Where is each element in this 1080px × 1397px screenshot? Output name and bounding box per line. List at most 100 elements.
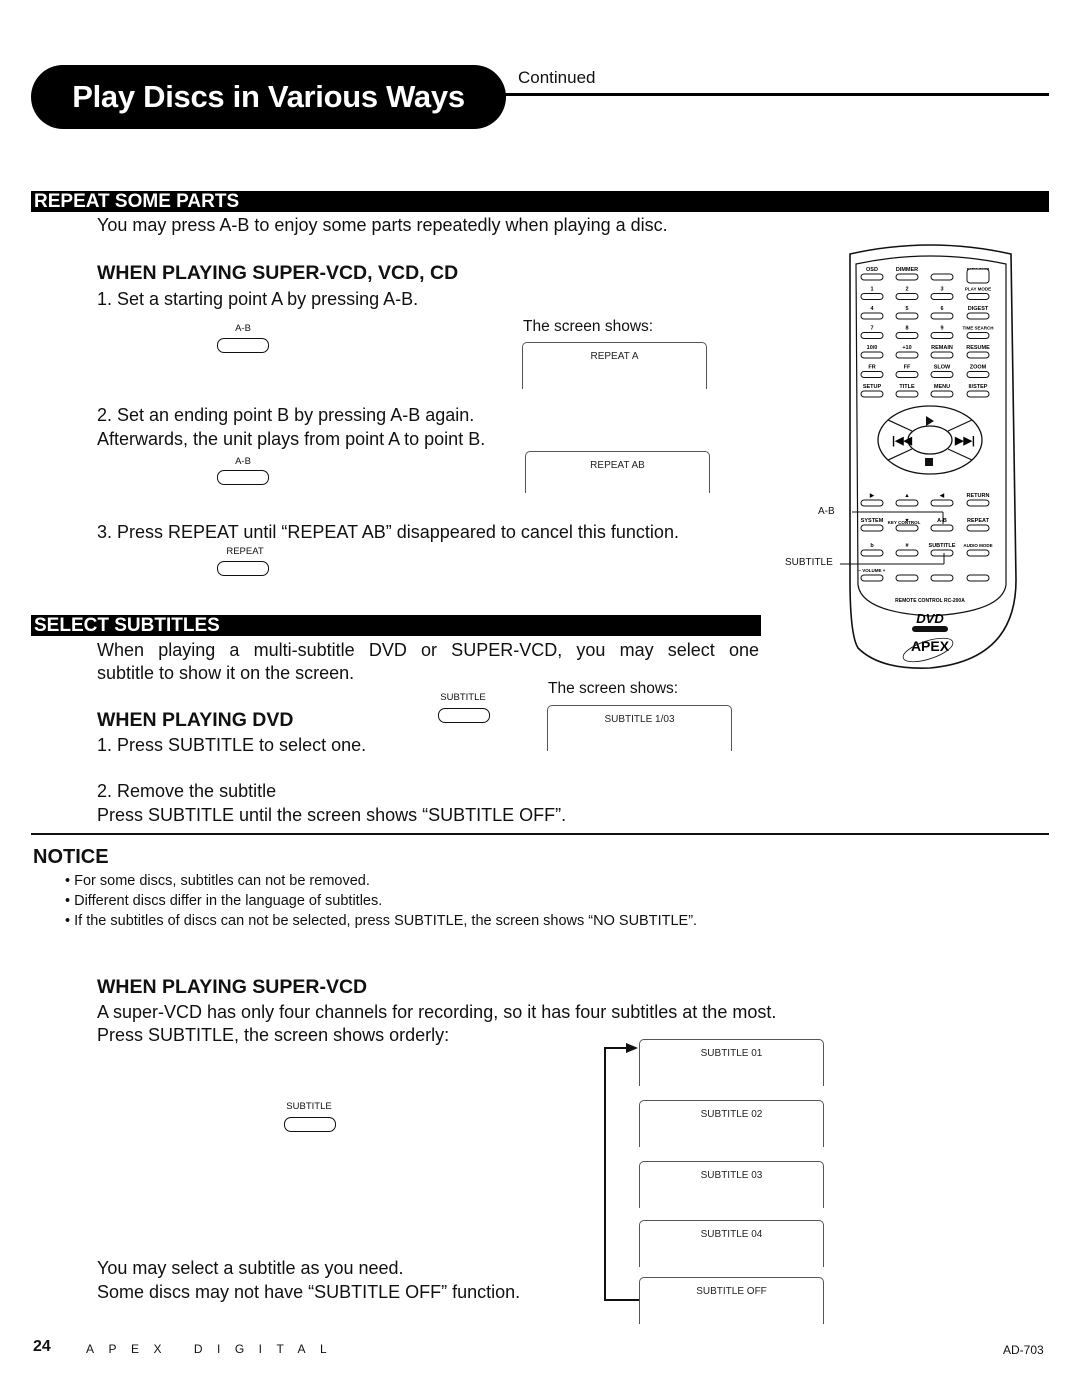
callout-subtitle: SUBTITLE [785,557,833,568]
footer-brand: APEX DIGITAL [86,1342,342,1356]
remote-key [930,332,954,339]
svcd-closing-line-2: Some discs may not have “SUBTITLE OFF” f… [97,1282,521,1302]
remote-key [895,499,919,507]
remote-key [930,499,954,507]
remote-key-label: FF [904,365,911,371]
remote-key [930,574,954,582]
remote-key-label: FR [868,365,875,371]
cycle-arrow [604,1043,640,1301]
remote-key [966,499,990,507]
remote-key-label: SETUP [863,384,882,390]
repeat-intro: You may press A-B to enjoy some parts re… [97,215,668,235]
remote-key-label: SYSTEM [861,518,884,524]
remote-key [860,499,884,507]
subtitle-button-icon [284,1117,336,1132]
remote-key-label: DIGEST [968,306,989,312]
screen-shows-label: The screen shows: [548,680,679,697]
remote-key [966,351,990,359]
dvd-step-2-line-1: 2. Remove the subtitle [97,781,277,801]
previous-icon: |◀◀ [892,435,913,447]
remote-key [895,273,919,281]
remote-key-label: TITLE [899,384,915,390]
subtitle-button-label: SUBTITLE [440,692,486,703]
svcd-line-1: A super-VCD has only four channels for r… [97,1002,777,1022]
repeat-button-label: REPEAT [226,546,264,557]
remote-key [895,293,919,300]
remote-key-label: 5 [905,306,908,312]
remote-key-label: PLAY MODE [965,287,991,292]
section-header-subtitles: SELECT SUBTITLES [31,615,761,636]
remote-key [966,293,990,300]
screen-repeat-ab: REPEAT AB [525,451,710,493]
ab-button-label: A-B [235,456,251,467]
remote-key-label: OSD [866,267,878,273]
screen-subtitle-04: SUBTITLE 04 [639,1220,824,1267]
remote-key-label: II/STEP [969,384,988,390]
screen-shows-label: The screen shows: [523,318,654,335]
ab-button-icon [217,470,269,485]
remote-key-label: TIME SEARCH [962,326,993,331]
remote-key-label: 6 [940,306,943,312]
key-control-label: KEY CONTROL [888,520,921,525]
screen-subtitle-1-03: SUBTITLE 1/03 [547,705,732,751]
page-number: 24 [33,1338,51,1355]
remote-key [966,549,990,557]
remote-model-label: REMOTE CONTROL RC-200A [895,598,965,604]
remote-key [930,390,954,398]
ab-button-icon [217,338,269,353]
remote-key-label: ◀ [939,492,945,499]
remote-key [930,351,954,359]
remote-key-label: 2 [905,287,908,293]
title-rule [500,93,1049,96]
remote-key-label: A-B [937,518,947,524]
dvd-step-2-line-2: Press SUBTITLE until the screen shows “S… [97,805,567,825]
section-header-repeat: REPEAT SOME PARTS [31,191,1049,212]
page-title: Play Discs in Various Ways [31,65,506,129]
remote-key [930,371,954,378]
remote-key [930,312,954,320]
screen-subtitle-03: SUBTITLE 03 [639,1161,824,1208]
notice-item: • If the subtitles of discs can not be s… [65,913,698,929]
remote-key [930,524,954,532]
subtitles-intro-line-1: When playing a multi-subtitle DVD or SUP… [97,640,759,660]
ab-button-label: A-B [235,323,251,334]
svcd-closing-line-1: You may select a subtitle as you need. [97,1258,404,1278]
remote-key-label: DIMMER [896,267,918,273]
remote-key-label: ZOOM [970,365,987,371]
remote-key-label: 8 [905,326,908,332]
remote-key [966,332,990,339]
remote-key-label: ▲ [904,493,909,499]
remote-key [860,351,884,359]
remote-key [860,293,884,300]
remote-key [966,371,990,378]
remote-key-label: SUBTITLE [929,543,956,549]
remote-key-label: 1 [870,287,873,293]
subtitle-button-icon [438,708,490,723]
subhead-dvd: WHEN PLAYING DVD [97,709,294,731]
remote-key-label: SLOW [934,365,951,371]
continued-label: Continued [518,68,596,87]
remote-key-label: 3 [940,287,943,293]
remote-key [966,268,990,284]
remote-key [895,574,919,582]
remote-key-label: RETURN [967,493,990,499]
remote-key [895,351,919,359]
remote-key [895,390,919,398]
remote-key [860,371,884,378]
remote-key-label: 9 [940,326,943,332]
subhead-super-vcd: WHEN PLAYING SUPER-VCD [97,976,368,998]
subhead-svcd-vcd-cd: WHEN PLAYING SUPER-VCD, VCD, CD [97,262,459,284]
remote-key [860,524,884,532]
remote-key-label: REMAIN [931,345,953,351]
screen-subtitle-02: SUBTITLE 02 [639,1100,824,1147]
remote-key [895,371,919,378]
remote-key [966,574,990,582]
remote-key-label: AUDIO MODE [963,543,992,548]
screen-subtitle-off: SUBTITLE OFF [639,1277,824,1324]
remote-control-illustration: OSDDIMMERDISK SKIP123PLAY MODE456DIGEST7… [840,244,1017,669]
screen-subtitle-01: SUBTITLE 01 [639,1039,824,1086]
remote-key [930,293,954,300]
repeat-step-2-line-1: 2. Set an ending point B by pressing A-B… [97,405,475,425]
dvd-logo: DVD [916,611,944,626]
remote-key [860,312,884,320]
